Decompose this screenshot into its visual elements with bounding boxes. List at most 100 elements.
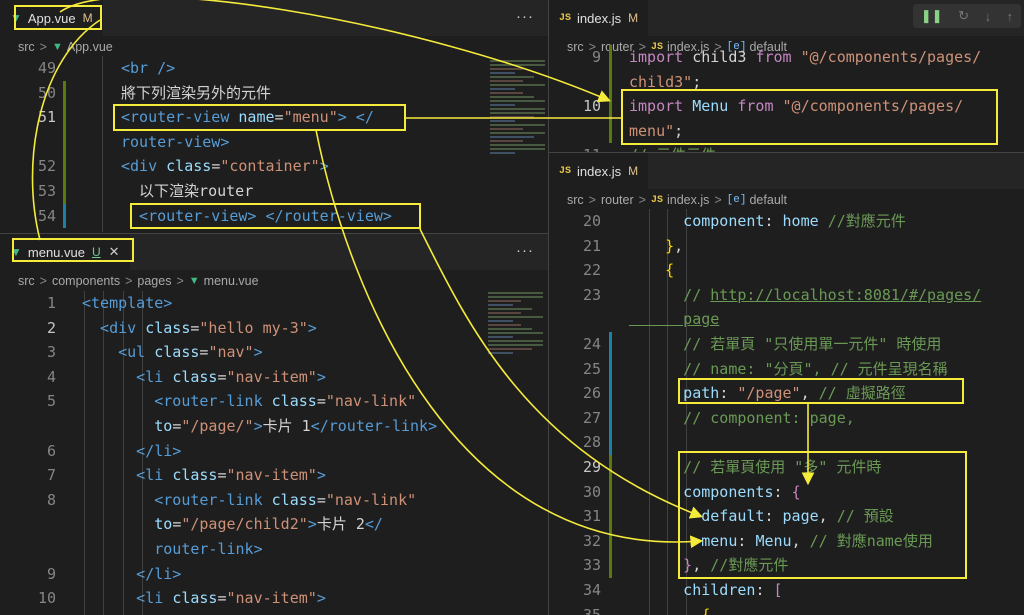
code-text: // 若單頁 "只使用單一元件" 時使用 [629, 332, 941, 357]
tab-index-js[interactable]: JS index.js M [549, 0, 649, 36]
git-added-marker[interactable] [609, 118, 612, 144]
git-added-marker[interactable] [609, 69, 612, 95]
code-line[interactable]: 27 // component: page, [549, 405, 1024, 431]
minimap[interactable] [488, 292, 543, 356]
git-added-marker[interactable] [63, 129, 66, 155]
code-text: </li> [82, 562, 181, 587]
breadcrumb-file[interactable]: App.vue [67, 40, 113, 54]
code-token: = [316, 392, 326, 411]
git-added-marker[interactable] [609, 479, 612, 505]
more-actions-icon[interactable]: ··· [516, 8, 534, 25]
step-out-icon[interactable]: ↑ [1007, 9, 1014, 24]
step-into-icon[interactable]: ↓ [985, 9, 992, 24]
highlight-box-app-tab [14, 5, 102, 30]
breadcrumb-router[interactable]: router [601, 193, 634, 207]
code-line[interactable]: 4 <li class="nav-item"> [0, 365, 548, 390]
pause-icon[interactable]: ❚❚ [921, 8, 943, 24]
code-line[interactable]: 50 將下列渲染另外的元件 [0, 80, 548, 106]
code-line[interactable]: 53 以下渲染router [0, 178, 548, 204]
code-token: = [217, 466, 227, 485]
breadcrumb: src > ▼ App.vue [0, 36, 548, 58]
code-line[interactable]: 35 { [549, 603, 1024, 615]
git-modified-marker[interactable] [63, 203, 66, 229]
code-line[interactable]: 49 <br /> [0, 56, 548, 81]
code-line[interactable]: 52 <div class="container"> [0, 154, 548, 179]
highlight-box-components [678, 451, 967, 579]
line-number: 26 [582, 384, 601, 403]
git-modified-marker[interactable] [609, 356, 612, 382]
git-added-marker[interactable] [609, 553, 612, 578]
code-token: "nav-link" [325, 490, 417, 509]
code-text: <ul class="nav"> [82, 340, 263, 365]
code-line[interactable]: 1 <template> [0, 291, 548, 316]
code-line[interactable]: 3 <ul class="nav"> [0, 340, 548, 365]
git-added-marker[interactable] [63, 154, 66, 179]
git-added-marker[interactable] [609, 45, 612, 70]
git-modified-marker[interactable] [609, 430, 612, 455]
git-added-marker[interactable] [63, 178, 66, 204]
git-added-marker[interactable] [609, 94, 612, 119]
code-line[interactable]: 5 <router-link class="nav-link" [0, 389, 548, 414]
code-token: [ [773, 580, 783, 599]
git-modified-marker[interactable] [609, 331, 612, 357]
code-token: : [764, 212, 783, 230]
git-added-marker[interactable] [609, 454, 612, 480]
code-line[interactable]: 9 import child3 from "@/components/pages/ [549, 45, 1024, 70]
code-token: class [172, 589, 218, 608]
code-line[interactable]: to="/page/">卡片 1</router-link> [0, 414, 548, 439]
breadcrumb-src[interactable]: src [18, 40, 35, 54]
code-token: "/page/" [181, 416, 254, 435]
code-line[interactable]: 10 <li class="nav-item"> [0, 586, 548, 611]
breadcrumb-components[interactable]: components [52, 274, 120, 288]
git-added-marker[interactable] [609, 528, 612, 554]
code-line[interactable]: 6 </li> [0, 439, 548, 464]
code-token: child3" [629, 72, 693, 91]
code-line[interactable]: 24 // 若單頁 "只使用單一元件" 時使用 [549, 331, 1024, 357]
code-line[interactable]: 2 <div class="hello my-3"> [0, 316, 548, 341]
code-token: , [674, 236, 684, 255]
git-added-marker[interactable] [63, 80, 66, 106]
line-number: 53 [37, 181, 56, 200]
line-number: 20 [582, 212, 601, 230]
breadcrumb-symbol[interactable]: default [749, 193, 787, 207]
git-modified-marker[interactable] [609, 381, 612, 406]
code-line[interactable]: router-view> [0, 129, 548, 155]
breadcrumb-src[interactable]: src [18, 274, 35, 288]
code-line[interactable]: 8 <router-link class="nav-link" [0, 488, 548, 513]
git-added-marker[interactable] [609, 504, 612, 529]
code-text: 以下渲染router [121, 179, 253, 204]
code-line[interactable]: 22 { [549, 258, 1024, 283]
code-line[interactable]: page [549, 307, 1024, 332]
more-actions-icon[interactable]: ··· [516, 242, 534, 259]
highlight-box-router-view-name [113, 104, 406, 131]
breadcrumb-file[interactable]: index.js [667, 193, 709, 207]
code-token: to [82, 515, 173, 534]
code-line[interactable]: 21 }, [549, 234, 1024, 259]
code-line[interactable]: 34 children: [ [549, 578, 1024, 603]
code-line[interactable]: 9 </li> [0, 562, 548, 587]
code-text: <div class="hello my-3"> [82, 316, 317, 341]
code-area[interactable]: 1 <template> 2 <div class="hello my-3"> 3 <… [0, 291, 548, 615]
code-text: <router-link class="nav-link" [82, 488, 416, 513]
code-line[interactable]: to="/page/child2">卡片 2</ [0, 512, 548, 537]
code-line[interactable]: router-link> [0, 537, 548, 562]
git-added-marker[interactable] [63, 105, 66, 130]
git-modified-badge: M [628, 164, 639, 178]
git-modified-marker[interactable] [609, 405, 612, 431]
code-line[interactable]: 20 component: home //對應元件 [549, 209, 1024, 234]
code-token: </ [364, 515, 383, 534]
line-number: 5 [46, 392, 56, 411]
breadcrumb-file[interactable]: menu.vue [204, 274, 259, 288]
breadcrumb-pages[interactable]: pages [137, 274, 171, 288]
code-text: // http://localhost:8081/#/pages/ [629, 283, 981, 308]
minimap[interactable] [490, 60, 545, 156]
code-token: //對應元件 [827, 212, 906, 230]
code-line[interactable]: 7 <li class="nav-item"> [0, 463, 548, 488]
tab-index-js[interactable]: JS index.js M [549, 153, 649, 189]
breadcrumb-src[interactable]: src [567, 193, 584, 207]
restart-icon[interactable]: ↻ [958, 8, 969, 24]
code-token: <router-link [82, 392, 272, 411]
code-token: > [307, 515, 317, 534]
code-token: = [172, 515, 182, 534]
code-line[interactable]: 23 // http://localhost:8081/#/pages/ [549, 283, 1024, 308]
